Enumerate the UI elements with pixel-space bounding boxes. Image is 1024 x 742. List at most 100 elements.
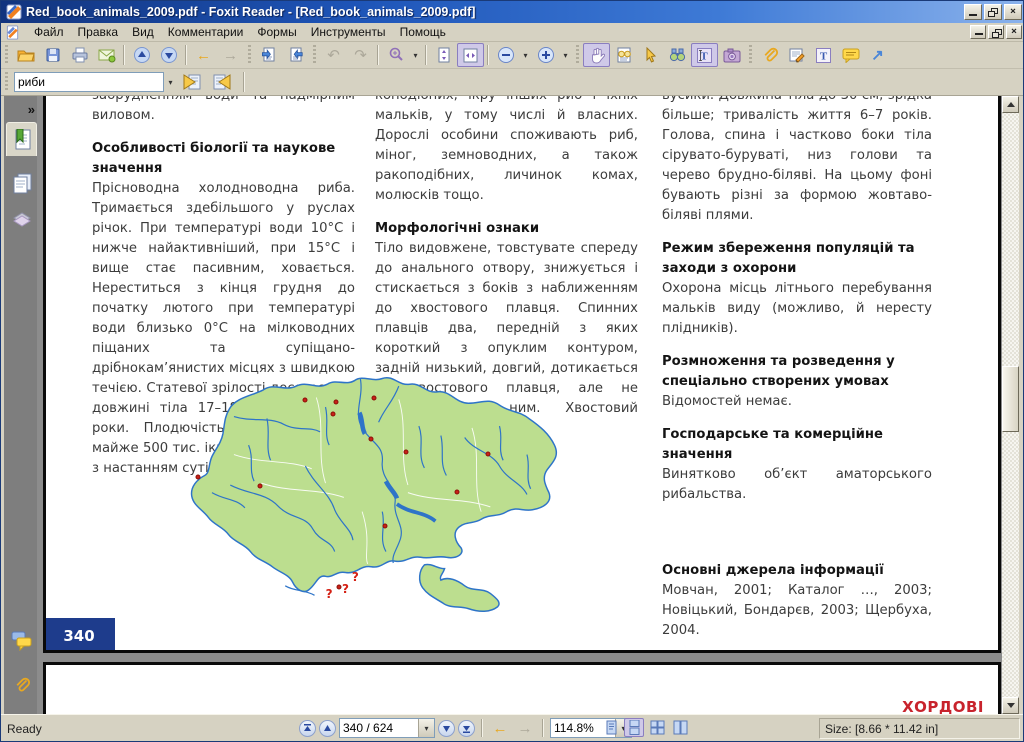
previous-view-button-status[interactable]: ← [489,718,511,738]
document-menu-icon [5,25,21,40]
section-heading: Основні джерела інформації [662,561,932,581]
last-page-button[interactable] [458,720,475,737]
previous-view-button[interactable]: ← [190,43,217,67]
redo-button[interactable]: ↷ [347,43,374,67]
attach-file-comment-button[interactable] [756,43,783,67]
find-input[interactable] [15,74,163,90]
body-paragraph: забрудненням води та надмірним виловом. [92,96,355,126]
fit-page-button[interactable] [430,43,457,67]
previous-page-button[interactable] [128,43,155,67]
menu-view[interactable]: Вид [125,23,161,41]
snapshot-button[interactable] [718,43,745,67]
reading-glasses-button[interactable] [610,43,637,67]
zoom-in-dropdown[interactable]: ▾ [559,43,572,67]
doc-close-button[interactable]: × [1006,25,1022,39]
close-button[interactable]: × [1004,4,1022,20]
save-button[interactable] [39,43,66,67]
main-toolbar: ← → ↶ ↷ ▾ [1,42,1024,69]
export-form-data-button[interactable] [282,43,309,67]
search-button[interactable] [664,43,691,67]
pages-icon [11,172,33,194]
vertical-scrollbar[interactable] [1002,96,1019,714]
facing-icon [650,720,665,735]
import-form-data-button[interactable] [255,43,282,67]
zoom-out-dropdown[interactable]: ▾ [519,43,532,67]
find-next-button[interactable] [207,70,237,94]
scrollbar-thumb[interactable] [1002,366,1019,432]
document-area: » [1,96,1024,714]
arrow-tool-button[interactable]: ↗ [864,43,891,67]
navigation-sidebar: » [1,96,37,714]
sidebar-expand-icon[interactable]: » [28,102,33,117]
section-heading: Розмноження та розведення у спеціально с… [662,352,932,392]
select-annotation-button[interactable] [637,43,664,67]
continuous-facing-view-button[interactable] [670,718,690,737]
fit-width-button[interactable] [457,43,484,67]
last-page-icon [462,724,471,733]
find-dropdown[interactable]: ▾ [164,70,177,94]
cursor-arrow-icon [644,47,658,63]
next-page-button-status[interactable] [438,720,455,737]
menu-comments[interactable]: Комментарии [161,23,251,41]
next-page-button[interactable] [155,43,182,67]
facing-view-button[interactable] [647,718,667,737]
pdf-page-340: забрудненням води та надмірним виловом. О… [43,96,1001,653]
first-page-button[interactable] [299,720,316,737]
pages-panel-button[interactable] [6,166,37,200]
undo-button[interactable]: ↶ [320,43,347,67]
continuous-view-button[interactable] [624,718,644,737]
zoom-tool-button[interactable] [382,43,409,67]
doc-minimize-button[interactable] [970,25,986,39]
zoom-out-icon [497,46,515,64]
select-text-button[interactable]: T [691,43,718,67]
doc-restore-button[interactable] [988,25,1004,39]
next-view-button[interactable]: → [217,43,244,67]
body-paragraph: Мовчан, 2001; Каталог …, 2003; Новіцький… [662,581,932,641]
prev-page-icon [323,724,332,733]
minimize-button[interactable] [964,4,982,20]
single-page-view-button[interactable] [601,718,621,737]
page-number-input[interactable] [340,720,418,736]
zoom-out-button[interactable] [492,43,519,67]
hand-tool-button[interactable] [583,43,610,67]
uncertain-record-mark: ? [342,582,349,596]
record-dot [196,474,201,479]
typewriter-tool-button[interactable]: T [810,43,837,67]
bookmarks-panel-button[interactable] [6,122,37,156]
menu-bar: Файл Правка Вид Комментарии Формы Инстру… [1,23,1024,42]
email-button[interactable] [93,43,120,67]
open-button[interactable] [12,43,39,67]
body-paragraph: Охорона місць літнього перебування мальк… [662,279,932,339]
page-combo-dropdown[interactable]: ▾ [418,719,434,737]
attachments-panel-button[interactable] [6,668,37,702]
zoom-tool-dropdown[interactable]: ▾ [409,43,422,67]
toolbar-grip[interactable] [3,45,10,65]
menu-tools[interactable]: Инструменты [304,23,393,41]
comments-panel-button[interactable] [6,624,37,658]
menu-forms[interactable]: Формы [250,23,303,41]
forward-arrow-icon: → [223,48,238,63]
layers-panel-button[interactable] [6,202,37,236]
printer-icon [71,47,89,63]
restore-button[interactable] [984,4,1002,20]
menu-help[interactable]: Помощь [393,23,453,41]
menu-file[interactable]: Файл [27,23,71,41]
record-dot [368,436,373,441]
print-button[interactable] [66,43,93,67]
menu-edit[interactable]: Правка [71,23,126,41]
minimize-icon [969,14,977,16]
bookmarks-icon [12,129,32,151]
scroll-down-button[interactable] [1002,697,1019,714]
note-tool-button[interactable] [837,43,864,67]
find-previous-button[interactable] [177,70,207,94]
continuous-icon [628,720,641,735]
pencil-tool-button[interactable] [783,43,810,67]
page-canvas[interactable]: забрудненням води та надмірним виловом. О… [37,96,1002,714]
zoom-in-button[interactable] [532,43,559,67]
prev-page-button[interactable] [319,720,336,737]
next-view-button-status[interactable]: → [514,718,536,738]
text-column-3: вусики. Довжина тіла до 30 см, зрідка бі… [662,96,932,653]
ukraine-map-image [179,369,559,621]
scroll-up-button[interactable] [1002,96,1019,113]
page-number-combo: ▾ [339,718,435,738]
